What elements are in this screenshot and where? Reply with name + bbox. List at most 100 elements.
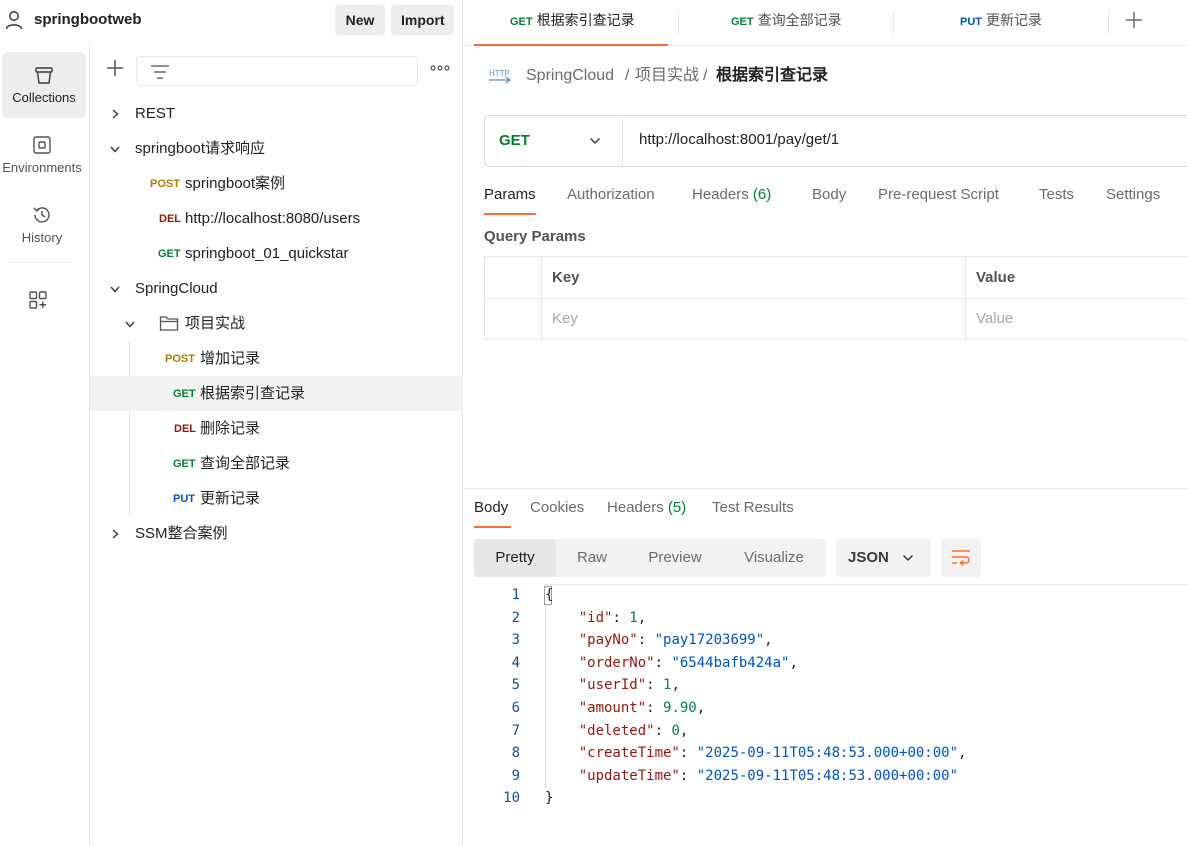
code-token: ,	[637, 609, 647, 626]
breadcrumb-folder[interactable]: 项目实战	[635, 62, 699, 90]
chevron-down-icon[interactable]	[109, 283, 121, 295]
tree-item-label: 增加记录	[200, 350, 261, 367]
tab-get-by-index[interactable]: GET 根据索引查记录	[510, 0, 635, 46]
tree-request-item[interactable]: GET springboot_01_quickstar	[90, 236, 463, 271]
language-label: JSON	[848, 549, 889, 566]
value-input[interactable]: Value	[976, 310, 1013, 327]
tree-request-item[interactable]: DEL http://localhost:8080/users	[90, 201, 463, 236]
pretty-button[interactable]: Pretty	[474, 539, 556, 577]
response-tab-cookies[interactable]: Cookies	[530, 499, 584, 516]
tree-request-item[interactable]: GET 查询全部记录	[90, 446, 463, 481]
tree-item-springboot-request[interactable]: springboot请求响应	[90, 131, 463, 166]
preview-button[interactable]: Preview	[634, 539, 716, 577]
tab-settings[interactable]: Settings	[1106, 186, 1160, 216]
side-nav: Collections Environments History	[0, 44, 90, 846]
tab-body[interactable]: Body	[812, 186, 846, 216]
more-options-icon[interactable]	[428, 58, 452, 78]
tab-tests[interactable]: Tests	[1039, 186, 1074, 216]
tree-item-label: springboot案例	[185, 175, 286, 192]
tab-pre-request-script[interactable]: Pre-request Script	[878, 186, 999, 216]
tab-query-all[interactable]: GET 查询全部记录	[731, 0, 842, 46]
code-token: ,	[696, 700, 706, 716]
tree-item-label: springboot请求响应	[135, 140, 266, 157]
breadcrumb-collection[interactable]: SpringCloud	[526, 62, 614, 90]
tree-item-ssm[interactable]: SSM整合案例	[90, 516, 463, 551]
workspace-name[interactable]: springbootweb	[34, 11, 142, 28]
wrap-lines-button[interactable]	[941, 539, 981, 577]
nav-history[interactable]: History	[0, 192, 84, 258]
tab-headers-label: Headers	[692, 186, 749, 203]
workspace-header: springbootweb New Import	[0, 0, 463, 40]
method-select[interactable]: GET	[485, 116, 623, 166]
tree-item-springcloud[interactable]: SpringCloud	[90, 271, 463, 306]
raw-button[interactable]: Raw	[562, 539, 622, 577]
plus-icon[interactable]	[1124, 10, 1144, 30]
line-number: 9	[511, 767, 520, 784]
key-input[interactable]: Key	[552, 310, 578, 327]
chevron-down-icon[interactable]	[124, 318, 136, 330]
import-button[interactable]: Import	[391, 5, 454, 35]
tab-method: PUT	[960, 16, 982, 28]
tree-item-label: 根据索引查记录	[200, 385, 306, 402]
tab-separator	[893, 10, 894, 34]
new-button[interactable]: New	[335, 5, 385, 35]
nav-collections[interactable]: Collections	[2, 52, 86, 118]
response-body-editor[interactable]: 1 {2 "id": 1, 3 "payNo": "pay17203699", 4 "…	[474, 584, 1187, 814]
tree-toolbar	[90, 50, 463, 90]
code-token: "deleted"	[578, 722, 655, 739]
chevron-down-icon[interactable]	[109, 143, 121, 155]
tree-request-item[interactable]: PUT 更新记录	[90, 481, 463, 516]
line-number: 1	[511, 587, 520, 603]
code-token: :	[679, 767, 697, 784]
nav-collections-label: Collections	[12, 90, 76, 105]
tab-params[interactable]: Params	[484, 186, 536, 216]
code-token: 0	[671, 722, 680, 739]
nav-environments[interactable]: Environments	[0, 122, 84, 188]
tab-label: 更新记录	[986, 12, 1042, 28]
tree-request-item-selected[interactable]: GET 根据索引查记录	[90, 376, 463, 411]
tree-item-label: http://localhost:8080/users	[185, 210, 361, 227]
code-text: "updateTime": "2025-09-11T05:48:53.000+0…	[545, 765, 958, 788]
http-icon: HTTP	[489, 69, 511, 84]
tab-update[interactable]: PUT 更新记录	[960, 0, 1042, 46]
tree-folder-project[interactable]: 项目实战	[90, 306, 463, 341]
user-icon[interactable]	[5, 10, 23, 30]
collections-icon	[35, 67, 53, 84]
code-token: :	[654, 654, 672, 671]
visualize-button[interactable]: Visualize	[728, 539, 820, 577]
filter-input[interactable]	[136, 56, 418, 86]
response-pane-divider[interactable]	[464, 488, 1187, 489]
code-token: :	[646, 677, 664, 694]
response-tab-test-results[interactable]: Test Results	[712, 499, 794, 516]
code-token: }	[545, 790, 554, 807]
tree-request-item[interactable]: POST springboot案例	[90, 166, 463, 201]
breadcrumb-request[interactable]: 根据索引查记录	[716, 62, 828, 90]
response-tab-headers[interactable]: Headers (5)	[607, 499, 686, 516]
response-tab-body[interactable]: Body	[474, 499, 508, 516]
plus-icon[interactable]	[105, 58, 125, 78]
params-table: Key Value Key Value	[484, 256, 1187, 341]
code-token: "pay17203699"	[654, 632, 765, 649]
tab-headers[interactable]: Headers (6)	[692, 186, 771, 216]
code-text: "amount": 9.90,	[545, 697, 705, 720]
tree-request-item[interactable]: POST 增加记录	[90, 341, 463, 376]
table-divider	[965, 257, 966, 341]
url-input[interactable]: http://localhost:8001/pay/get/1	[639, 131, 839, 148]
url-bar: GET http://localhost:8001/pay/get/1	[484, 115, 1187, 167]
tree-item-rest[interactable]: REST	[90, 96, 463, 131]
chevron-right-icon[interactable]	[109, 108, 121, 120]
nav-environments-label: Environments	[2, 160, 82, 175]
language-select[interactable]: JSON	[836, 539, 931, 577]
add-apps-icon[interactable]	[26, 288, 50, 312]
tree-request-item[interactable]: DEL 删除记录	[90, 411, 463, 446]
nav-history-label: History	[21, 230, 63, 245]
tab-authorization[interactable]: Authorization	[567, 186, 655, 216]
code-text: "deleted": 0,	[545, 720, 689, 743]
chevron-right-icon[interactable]	[109, 528, 121, 540]
method-badge: GET	[173, 458, 196, 470]
folder-icon	[159, 316, 179, 331]
code-text: {	[545, 584, 553, 607]
